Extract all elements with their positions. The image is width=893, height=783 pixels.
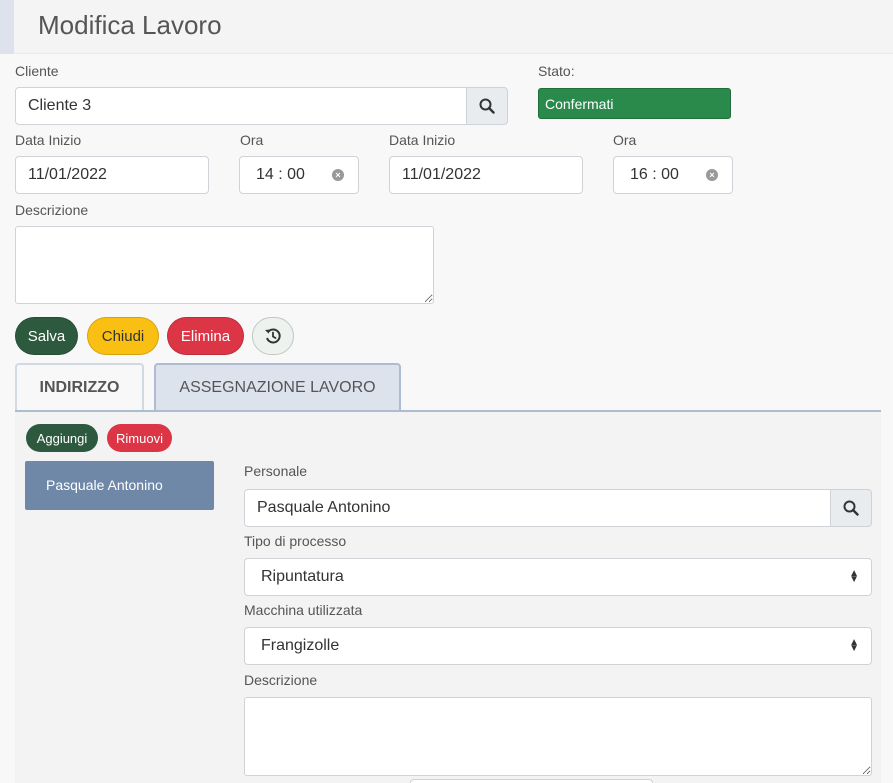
tipo-processo-label: Tipo di processo bbox=[244, 533, 347, 549]
stato-label: Stato: bbox=[538, 63, 575, 79]
history-icon bbox=[265, 328, 281, 344]
header-accent bbox=[0, 0, 14, 54]
descrizione-textarea[interactable] bbox=[15, 226, 434, 304]
cliente-input[interactable]: Cliente 3 bbox=[15, 87, 468, 125]
data-fine-input[interactable]: 11/01/2022 bbox=[389, 156, 583, 194]
search-icon bbox=[479, 98, 495, 114]
rimuovi-button[interactable]: Rimuovi bbox=[107, 424, 172, 452]
data-inizio-label: Data Inizio bbox=[15, 132, 82, 148]
search-icon bbox=[843, 500, 859, 516]
cliente-search-button[interactable] bbox=[466, 87, 508, 125]
list-item[interactable]: Pasquale Antonino bbox=[25, 461, 214, 510]
tab-indirizzo[interactable]: INDIRIZZO bbox=[15, 363, 144, 411]
tipo-processo-select[interactable]: Ripuntatura ▲ ▼ bbox=[244, 558, 872, 596]
ora-inizio-label: Ora bbox=[240, 132, 264, 148]
descrizione-label: Descrizione bbox=[15, 202, 89, 218]
ora-fine-label: Ora bbox=[613, 132, 637, 148]
stato-select[interactable]: Confermati bbox=[538, 88, 731, 119]
data-inizio-input[interactable]: 11/01/2022 bbox=[15, 156, 209, 194]
ora-fine-value: 16 : 00 bbox=[630, 166, 679, 183]
assignment-descrizione-label: Descrizione bbox=[244, 672, 318, 688]
ora-fine-input[interactable]: 16 : 00 × bbox=[613, 156, 733, 194]
assignment-descrizione-textarea[interactable] bbox=[244, 697, 872, 776]
personale-search-button[interactable] bbox=[830, 489, 872, 527]
ora-inizio-input[interactable]: 14 : 00 × bbox=[239, 156, 359, 194]
tipo-processo-value: Ripuntatura bbox=[261, 568, 344, 585]
data-fine-label: Data Inizio bbox=[389, 132, 456, 148]
page-title: Modifica Lavoro bbox=[38, 10, 222, 40]
personale-input[interactable]: Pasquale Antonino bbox=[244, 489, 832, 527]
personale-label: Personale bbox=[244, 463, 308, 479]
ora-inizio-value: 14 : 00 bbox=[256, 166, 305, 183]
clear-icon[interactable]: × bbox=[332, 169, 344, 181]
clear-icon[interactable]: × bbox=[706, 169, 718, 181]
select-arrows-icon: ▲ ▼ bbox=[849, 637, 859, 654]
page-header: Modifica Lavoro bbox=[0, 0, 893, 54]
history-button[interactable] bbox=[252, 317, 294, 355]
aggiungi-button[interactable]: Aggiungi bbox=[26, 424, 98, 452]
select-arrows-icon: ▲ ▼ bbox=[849, 568, 859, 585]
macchina-value: Frangizolle bbox=[261, 637, 340, 654]
chiudi-button[interactable]: Chiudi bbox=[87, 317, 159, 355]
cliente-label: Cliente bbox=[15, 63, 59, 79]
salva-button[interactable]: Salva bbox=[15, 317, 78, 355]
macchina-select[interactable]: Frangizolle ▲ ▼ bbox=[244, 627, 872, 665]
elimina-button[interactable]: Elimina bbox=[167, 317, 244, 355]
tab-assegnazione-lavoro[interactable]: ASSEGNAZIONE LAVORO bbox=[154, 363, 401, 411]
partial-button[interactable] bbox=[410, 779, 653, 783]
macchina-label: Macchina utilizzata bbox=[244, 602, 363, 618]
